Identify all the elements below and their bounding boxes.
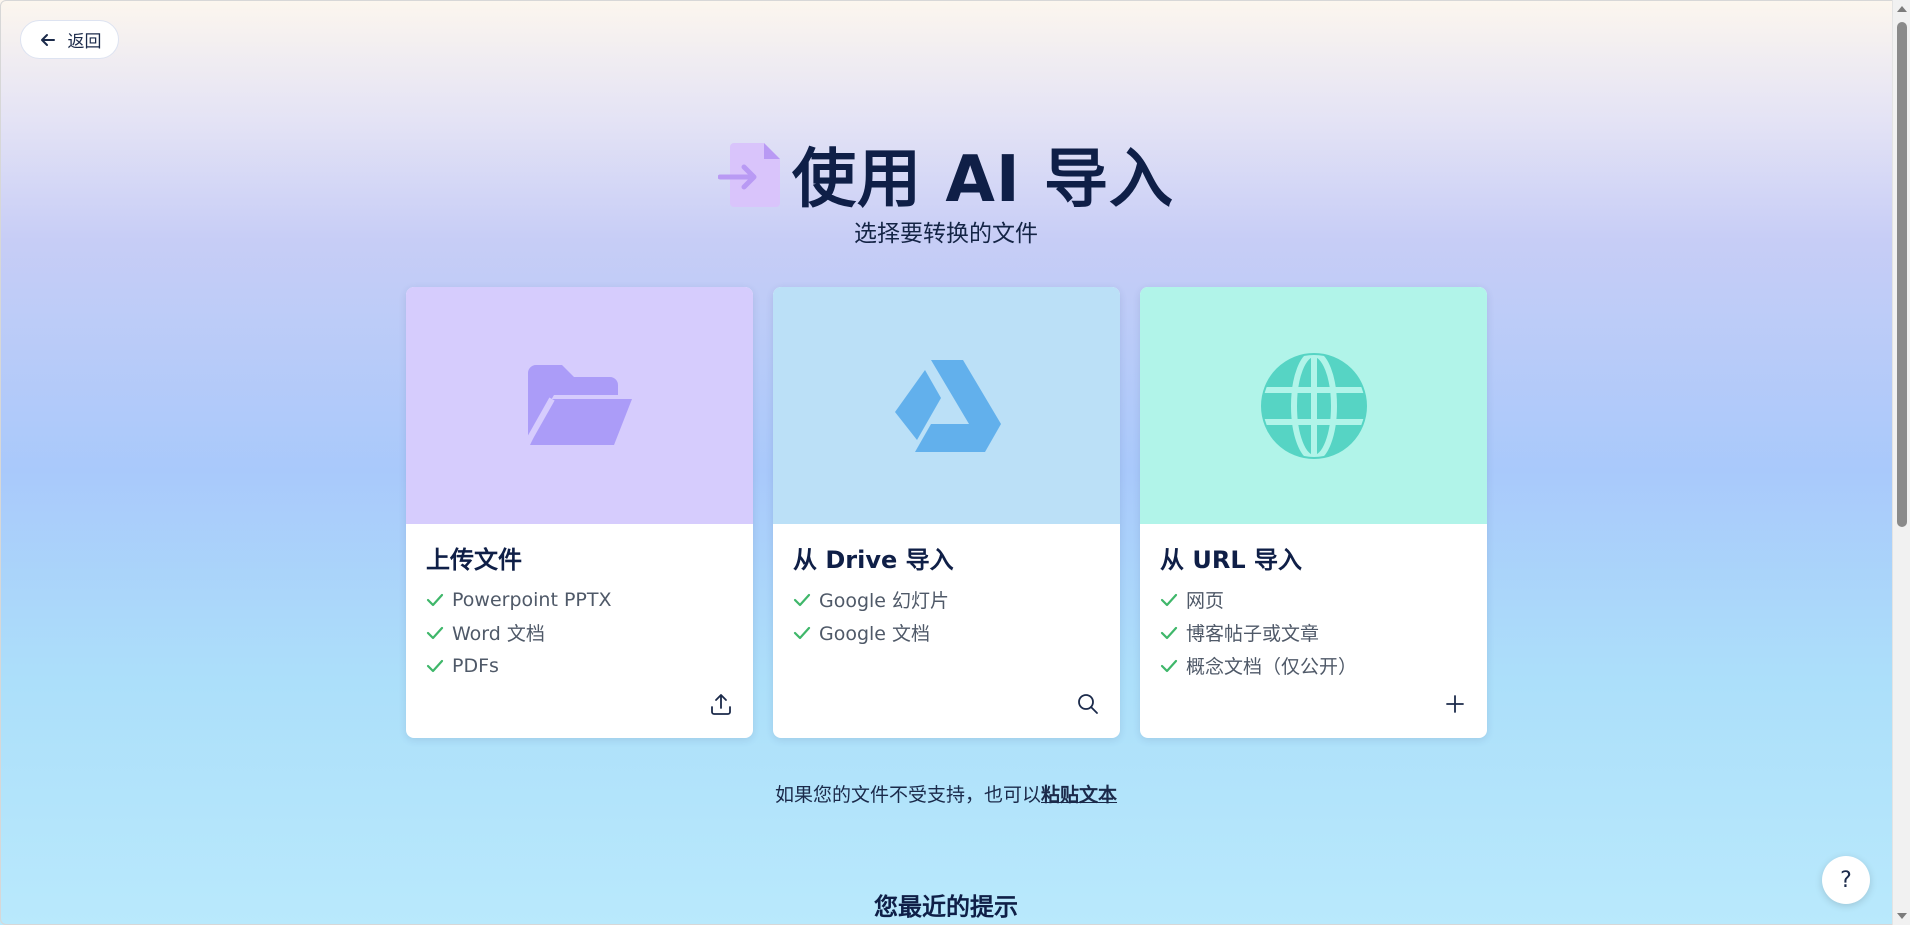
feature-text: PDFs [452, 654, 499, 677]
scroll-thumb[interactable] [1897, 22, 1907, 527]
feature-item: Word 文档 [426, 616, 733, 649]
feature-item: 网页 [1160, 583, 1467, 616]
feature-item: Google 幻灯片 [793, 583, 1100, 616]
drive-icon [894, 359, 1001, 452]
arrow-left-icon [40, 33, 55, 46]
upload-button[interactable] [705, 688, 737, 720]
paste-text-hint: 如果您的文件不受支持，也可以粘贴文本 [0, 780, 1892, 807]
url-import-card[interactable]: 从 URL 导入 网页 博客帖子或文章 概念文档（仅公开） [1140, 287, 1487, 738]
card-illustration [406, 287, 753, 524]
file-import-icon [718, 143, 781, 207]
scroll-up-arrow[interactable] [1897, 6, 1907, 12]
feature-text: 网页 [1186, 590, 1225, 612]
feature-item: Powerpoint PPTX [426, 583, 733, 616]
check-icon [793, 593, 811, 606]
card-illustration [773, 287, 1120, 524]
feature-text: Google 幻灯片 [819, 590, 950, 612]
feature-text: 博客帖子或文章 [1186, 623, 1320, 645]
feature-text: Powerpoint PPTX [452, 588, 612, 611]
feature-text: 概念文档（仅公开） [1186, 656, 1358, 678]
feature-text: Google 文档 [819, 623, 931, 645]
add-url-button[interactable] [1439, 688, 1471, 720]
card-title: 上传文件 [426, 546, 522, 574]
folder-icon [523, 364, 632, 446]
back-button[interactable]: 返回 [20, 20, 119, 59]
check-icon [426, 626, 444, 639]
check-icon [1160, 626, 1178, 639]
plus-icon [1446, 695, 1464, 713]
feature-item: 博客帖子或文章 [1160, 616, 1467, 649]
check-icon [1160, 659, 1178, 672]
feature-item: 概念文档（仅公开） [1160, 649, 1467, 682]
recent-prompts-heading: 您最近的提示 [874, 893, 1018, 921]
paste-text-link[interactable]: 粘贴文本 [1041, 784, 1117, 806]
check-icon [1160, 593, 1178, 606]
help-button[interactable]: ? [1822, 856, 1870, 904]
feature-text: Word 文档 [452, 623, 545, 645]
card-title: 从 Drive 导入 [793, 546, 954, 574]
check-icon [793, 626, 811, 639]
back-label: 返回 [67, 32, 102, 52]
import-options: 上传文件 Powerpoint PPTX Word 文档 PDFs 从 Driv… [406, 287, 1487, 738]
page-subtitle: 选择要转换的文件 [854, 221, 1038, 247]
scroll-down-arrow[interactable] [1897, 913, 1907, 919]
feature-item: Google 文档 [793, 616, 1100, 649]
scrollbar[interactable] [1892, 0, 1910, 925]
paste-hint-text: 如果您的文件不受支持，也可以 [774, 784, 1041, 806]
check-icon [426, 593, 444, 606]
globe-icon [1260, 351, 1367, 460]
card-title: 从 URL 导入 [1160, 546, 1302, 574]
card-illustration [1140, 287, 1487, 524]
page-title: 使用 AI 导入 [792, 143, 1174, 217]
feature-item: PDFs [426, 649, 733, 682]
upload-file-card[interactable]: 上传文件 Powerpoint PPTX Word 文档 PDFs [406, 287, 753, 738]
upload-icon [711, 694, 731, 715]
page-header: 使用 AI 导入 [0, 128, 1892, 220]
search-icon [1078, 694, 1098, 714]
search-button[interactable] [1072, 688, 1104, 720]
check-icon [426, 659, 444, 672]
drive-import-card[interactable]: 从 Drive 导入 Google 幻灯片 Google 文档 [773, 287, 1120, 738]
